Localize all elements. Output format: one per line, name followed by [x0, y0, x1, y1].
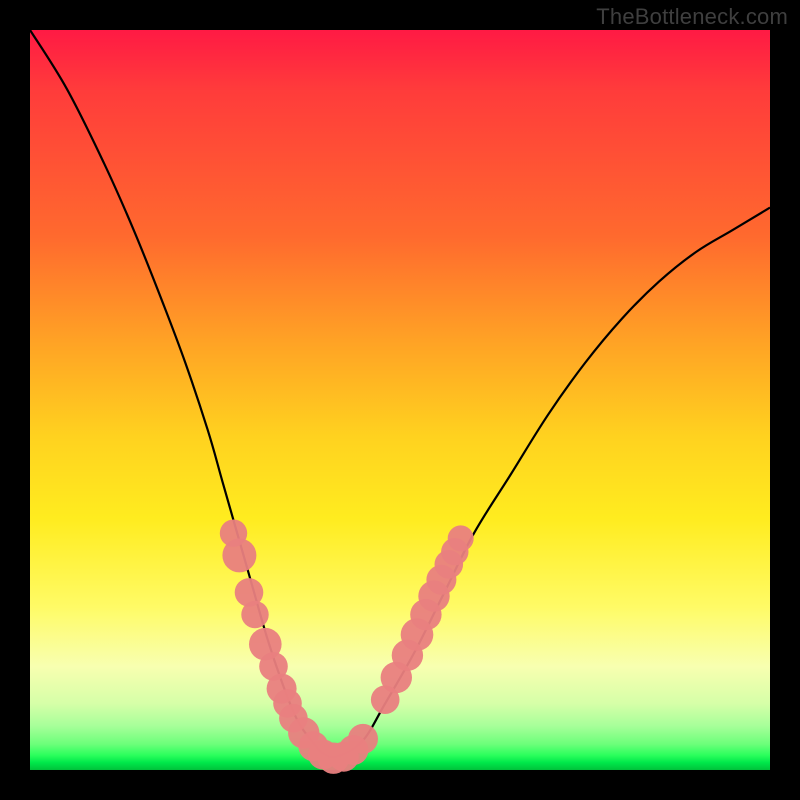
- marker-dot: [222, 538, 256, 572]
- marker-dot: [241, 601, 268, 628]
- watermark-text: TheBottleneck.com: [596, 4, 788, 30]
- plot-area: [30, 30, 770, 770]
- chart-frame: TheBottleneck.com: [0, 0, 800, 800]
- curve-svg: [30, 30, 770, 770]
- curve-markers: [220, 520, 474, 774]
- marker-dot: [348, 724, 378, 754]
- marker-dot: [448, 525, 474, 551]
